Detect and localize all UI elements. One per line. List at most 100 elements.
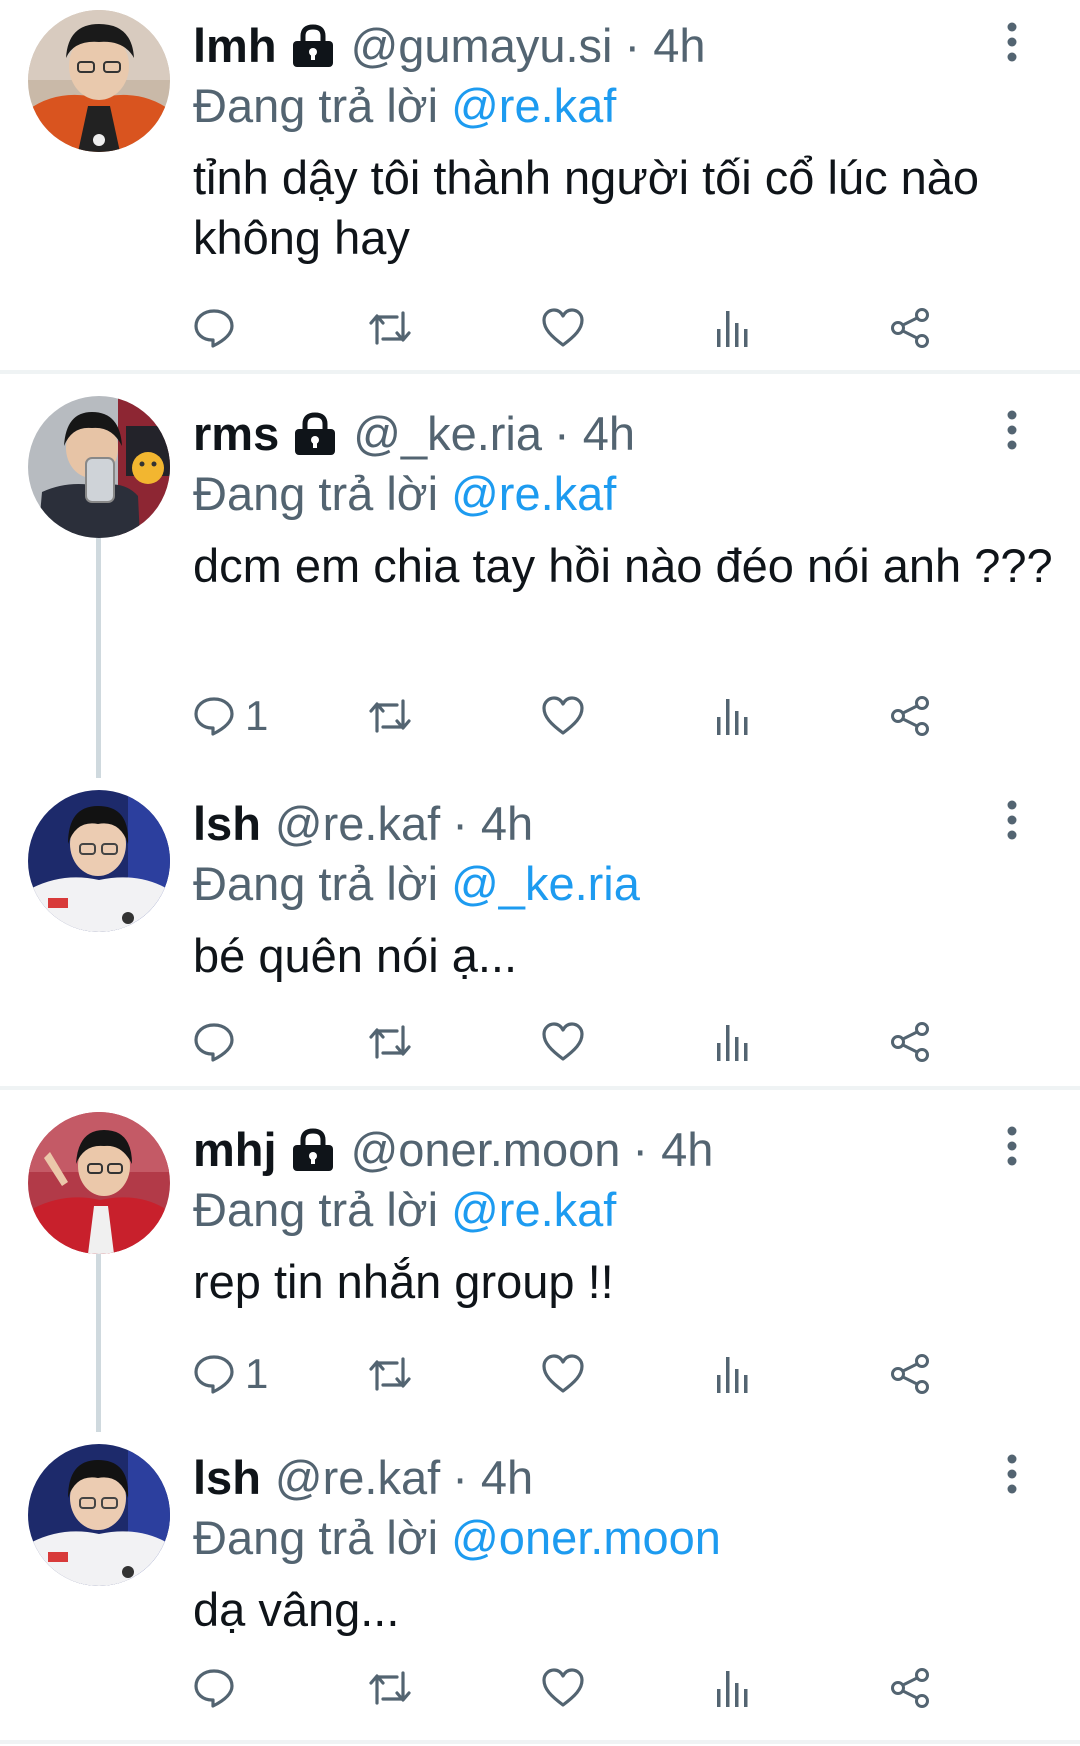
more-icon[interactable]	[1004, 1126, 1020, 1166]
mention-link[interactable]: @re.kaf	[451, 1183, 616, 1236]
retweet-icon	[369, 1025, 411, 1059]
reply-icon	[194, 697, 234, 736]
action-bar: 1	[193, 686, 1023, 746]
like-button[interactable]	[541, 1658, 585, 1718]
tweet-header: mhj @oner.moon · 4h	[193, 1120, 713, 1180]
avatar-image	[28, 10, 170, 152]
display-name[interactable]: rms	[193, 404, 279, 464]
tweet[interactable]: mhj @oner.moon · 4h Đang trả lời @re.kaf…	[0, 1104, 1080, 1432]
views-icon	[717, 1357, 748, 1393]
reply-button[interactable]	[193, 298, 245, 358]
replying-to: Đang trả lời @oner.moon	[193, 1508, 721, 1568]
avatar[interactable]	[28, 790, 170, 932]
share-icon	[891, 308, 929, 348]
replying-to: Đang trả lời @re.kaf	[193, 464, 616, 524]
tweet-text: dạ vâng...	[193, 1583, 400, 1636]
username-handle[interactable]: @oner.moon	[351, 1120, 621, 1180]
display-name[interactable]: lsh	[193, 794, 261, 854]
views-button[interactable]	[715, 1658, 751, 1718]
more-icon[interactable]	[1004, 800, 1020, 840]
mention-link[interactable]: @_ke.ria	[451, 857, 640, 910]
more-icon[interactable]	[1004, 22, 1020, 62]
divider	[0, 370, 1080, 374]
retweet-button[interactable]	[367, 1658, 413, 1718]
tweet-header: lsh @re.kaf · 4h	[193, 1448, 533, 1508]
action-bar	[193, 298, 1023, 358]
reply-icon	[194, 1023, 234, 1062]
replying-to-label: Đang trả lời	[193, 467, 452, 520]
share-icon	[891, 696, 929, 736]
timestamp[interactable]: · 4h	[554, 404, 635, 464]
reply-button[interactable]	[193, 1658, 245, 1718]
reply-button[interactable]: 1	[193, 686, 268, 746]
avatar[interactable]	[28, 1112, 170, 1254]
share-button[interactable]	[889, 1012, 931, 1072]
timestamp[interactable]: · 4h	[452, 794, 533, 854]
share-button[interactable]	[889, 1658, 931, 1718]
heart-icon	[542, 1022, 584, 1061]
share-button[interactable]	[889, 1344, 931, 1404]
avatar[interactable]	[28, 10, 170, 152]
tweet-header: rms @_ke.ria · 4h	[193, 404, 635, 464]
divider	[0, 1086, 1080, 1090]
reply-button[interactable]: 1	[193, 1344, 268, 1404]
retweet-button[interactable]	[367, 298, 413, 358]
timestamp[interactable]: · 4h	[452, 1448, 533, 1508]
avatar-image	[28, 1444, 170, 1586]
tweet[interactable]: lsh @re.kaf · 4h Đang trả lời @oner.moon…	[0, 1432, 1080, 1746]
lock-icon	[292, 1128, 333, 1171]
views-button[interactable]	[715, 298, 751, 358]
thread-line	[96, 1254, 101, 1432]
replying-to-label: Đang trả lời	[193, 1183, 452, 1236]
share-icon	[891, 1354, 929, 1394]
views-button[interactable]	[715, 1012, 751, 1072]
like-button[interactable]	[541, 1344, 585, 1404]
mention-link[interactable]: @re.kaf	[451, 467, 616, 520]
retweet-button[interactable]	[367, 686, 413, 746]
timestamp[interactable]: · 4h	[624, 16, 705, 76]
tweet-text: dcm em chia tay hồi nào đéo nói anh ???	[193, 539, 1053, 592]
heart-icon	[542, 696, 584, 735]
reply-icon	[194, 1355, 234, 1394]
lock-icon	[295, 412, 336, 455]
tweet-text: tỉnh dậy tôi thành người tối cổ lúc nào …	[193, 151, 980, 264]
username-handle[interactable]: @gumayu.si	[351, 16, 613, 76]
share-button[interactable]	[889, 298, 931, 358]
avatar[interactable]	[28, 1444, 170, 1586]
views-button[interactable]	[715, 686, 751, 746]
display-name[interactable]: lmh	[193, 16, 277, 76]
retweet-icon	[369, 1357, 411, 1391]
tweet[interactable]: rms @_ke.ria · 4h Đang trả lời @re.kaf d…	[0, 388, 1080, 778]
retweet-button[interactable]	[367, 1012, 413, 1072]
username-handle[interactable]: @re.kaf	[275, 794, 440, 854]
divider	[0, 1740, 1080, 1744]
retweet-icon	[369, 699, 411, 733]
replying-to: Đang trả lời @re.kaf	[193, 1180, 616, 1240]
mention-link[interactable]: @re.kaf	[451, 79, 616, 132]
heart-icon	[542, 1354, 584, 1393]
like-button[interactable]	[541, 298, 585, 358]
avatar[interactable]	[28, 396, 170, 538]
lock-icon	[292, 24, 333, 67]
timestamp[interactable]: · 4h	[632, 1120, 713, 1180]
views-icon	[717, 1025, 748, 1061]
tweet[interactable]: lsh @re.kaf · 4h Đang trả lời @_ke.ria b…	[0, 778, 1080, 1090]
views-button[interactable]	[715, 1344, 751, 1404]
like-button[interactable]	[541, 1012, 585, 1072]
tweet[interactable]: lmh @gumayu.si · 4h Đang trả lời @re.kaf…	[0, 0, 1080, 374]
reply-button[interactable]	[193, 1012, 245, 1072]
like-button[interactable]	[541, 686, 585, 746]
username-handle[interactable]: @_ke.ria	[353, 404, 542, 464]
display-name[interactable]: mhj	[193, 1120, 277, 1180]
retweet-button[interactable]	[367, 1344, 413, 1404]
more-icon[interactable]	[1004, 410, 1020, 450]
display-name[interactable]: lsh	[193, 1448, 261, 1508]
retweet-icon	[369, 1671, 411, 1705]
more-icon[interactable]	[1004, 1454, 1020, 1494]
share-button[interactable]	[889, 686, 931, 746]
mention-link[interactable]: @oner.moon	[451, 1511, 721, 1564]
heart-icon	[542, 1668, 584, 1707]
username-handle[interactable]: @re.kaf	[275, 1448, 440, 1508]
retweet-icon	[369, 311, 411, 345]
reply-icon	[194, 309, 234, 348]
